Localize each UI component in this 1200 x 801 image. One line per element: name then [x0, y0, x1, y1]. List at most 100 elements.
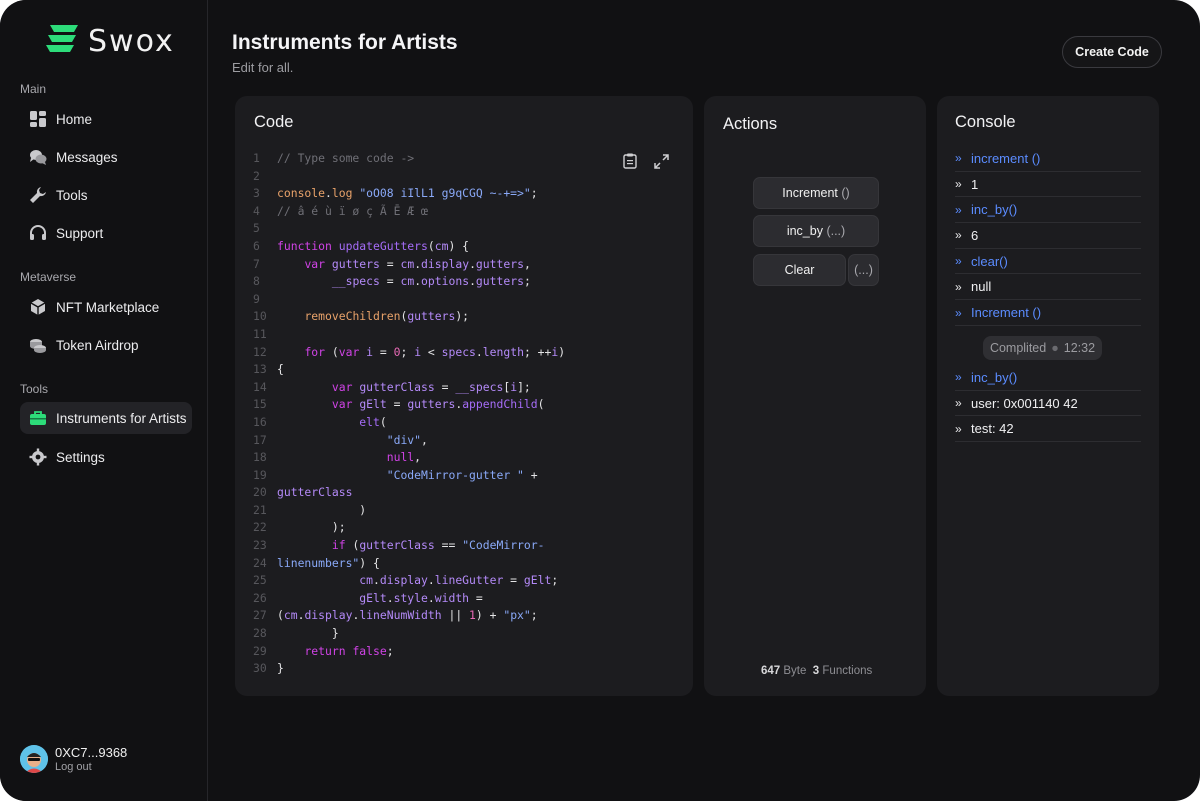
code-editor[interactable]: 1// Type some code -> 2 3 console.log "oO08…: [253, 150, 565, 678]
wallet-address: 0XC7...9368: [55, 745, 128, 760]
console-row: » 1: [955, 172, 1141, 198]
line-number: 15: [253, 397, 267, 412]
code-line: 29 return false;: [253, 643, 565, 661]
line-number: 11: [253, 326, 267, 341]
code-token: appendChild: [462, 397, 538, 412]
code-line: 22 );: [253, 519, 565, 537]
sidebar-item-label: Token Airdrop: [56, 337, 139, 353]
compiled-label: Complited: [989, 341, 1047, 355]
code-token: ];: [517, 379, 531, 394]
code-token: linenumbers": [277, 555, 360, 570]
code-token: specs: [441, 344, 476, 359]
code-line: 27 (cm.display.lineNumWidth || 1) + "px";: [253, 607, 565, 625]
double-chevron-icon: »: [955, 151, 962, 166]
line-number: 29: [253, 643, 267, 658]
sidebar-item-support[interactable]: Support: [20, 217, 192, 249]
double-chevron-icon: »: [955, 421, 962, 436]
code-token: (: [277, 608, 284, 623]
code-line: 8 __specs = cm.options.gutters;: [253, 273, 565, 291]
code-token: cm: [400, 256, 415, 271]
code-token: updateGutters: [338, 238, 428, 253]
code-token: (: [427, 238, 435, 253]
compiled-badge: Complited ● 12:32: [983, 336, 1102, 360]
console-row: » clear(): [955, 249, 1141, 275]
console-text: 1: [971, 176, 979, 192]
code-text: // Type some code ->: [277, 150, 414, 168]
create-code-button[interactable]: Create Code: [1062, 36, 1162, 68]
code-text: linenumbers") {: [277, 555, 380, 573]
app-window: Swox Main Home Messages Tools Support Me…: [0, 0, 1200, 801]
code-token: null: [386, 450, 415, 465]
sidebar-item-messages[interactable]: Messages: [20, 141, 192, 173]
code-token: cm: [434, 238, 449, 253]
code-token: .: [427, 590, 435, 605]
logo[interactable]: Swox: [44, 22, 175, 61]
code-token: ==: [434, 538, 463, 553]
page-subtitle: Edit for all.: [232, 60, 294, 75]
code-token: =: [386, 397, 408, 412]
increment-button[interactable]: Increment (): [753, 177, 879, 209]
code-token: function: [277, 238, 332, 253]
code-line: 7 var gutters = cm.display.gutters,: [253, 256, 565, 274]
code-line: 26 gElt.style.width =: [253, 590, 565, 608]
line-number: 9: [253, 291, 260, 306]
clipboard-icon[interactable]: [622, 153, 638, 169]
code-token: .: [386, 590, 394, 605]
code-token: ;: [530, 186, 538, 201]
code-line: 18 null,: [253, 449, 565, 467]
line-number: 30: [253, 661, 267, 676]
line-number: 6: [253, 238, 260, 253]
code-token: cm: [283, 608, 298, 623]
code-token: options: [421, 274, 470, 289]
sidebar-item-nft-marketplace[interactable]: NFT Marketplace: [20, 291, 192, 323]
code-token: display: [304, 608, 353, 623]
code-line: 1 // Type some code ->: [253, 150, 565, 168]
double-chevron-icon: »: [955, 202, 962, 217]
code-text: var gutters = cm.display.gutters,: [277, 256, 530, 274]
code-text: null,: [277, 449, 421, 467]
code-token: display: [379, 573, 428, 588]
sidebar-item-settings[interactable]: Settings: [20, 441, 192, 473]
code-text: cm.display.lineGutter = gElt;: [277, 572, 558, 590]
inc-by-button[interactable]: inc_by (...): [753, 215, 879, 247]
code-token: gutters: [407, 397, 456, 412]
code-token: .: [325, 186, 332, 201]
code-text: gutterClass: [277, 484, 352, 502]
code-line: 15 var gElt = gutters.appendChild(: [253, 396, 565, 414]
code-token: 1: [469, 608, 476, 623]
code-token: cm: [400, 274, 415, 289]
code-token: =: [434, 379, 456, 394]
sidebar-item-label: Home: [56, 111, 93, 127]
code-line: 17 "div",: [253, 432, 565, 450]
logout-link[interactable]: Log out: [55, 761, 127, 773]
sidebar-item-tools[interactable]: Tools: [20, 179, 192, 211]
sidebar-item-token-airdrop[interactable]: Token Airdrop: [20, 329, 192, 361]
section-label-main: Main: [20, 82, 47, 96]
console-text: inc_by(): [971, 202, 1018, 218]
sidebar-item-instruments-for-artists[interactable]: Instruments for Artists: [20, 402, 192, 434]
code-text: }: [277, 625, 339, 643]
coins-stack-icon: [28, 335, 48, 355]
sidebar-item-home[interactable]: Home: [20, 103, 192, 135]
code-token: var: [331, 397, 353, 412]
line-number: 17: [253, 432, 267, 447]
hexagon-cube-icon: [28, 297, 48, 317]
code-token: ;: [551, 573, 559, 588]
clear-args-input[interactable]: (...): [848, 254, 879, 286]
user-profile[interactable]: 0XC7...9368 Log out: [20, 745, 127, 773]
code-stats: 647 Byte 3 Functions: [761, 665, 872, 677]
button-label: inc_by: [786, 224, 823, 238]
clear-button[interactable]: Clear: [753, 254, 846, 286]
code-token: ||: [441, 608, 470, 623]
code-panel-title: Code: [254, 113, 294, 131]
code-line: 14 var gutterClass = __specs[i];: [253, 379, 565, 397]
line-number: 5: [253, 221, 260, 236]
expand-icon[interactable]: [653, 153, 669, 169]
code-line: 11: [253, 326, 565, 344]
console-text: user: 0x001140 42: [971, 395, 1078, 411]
